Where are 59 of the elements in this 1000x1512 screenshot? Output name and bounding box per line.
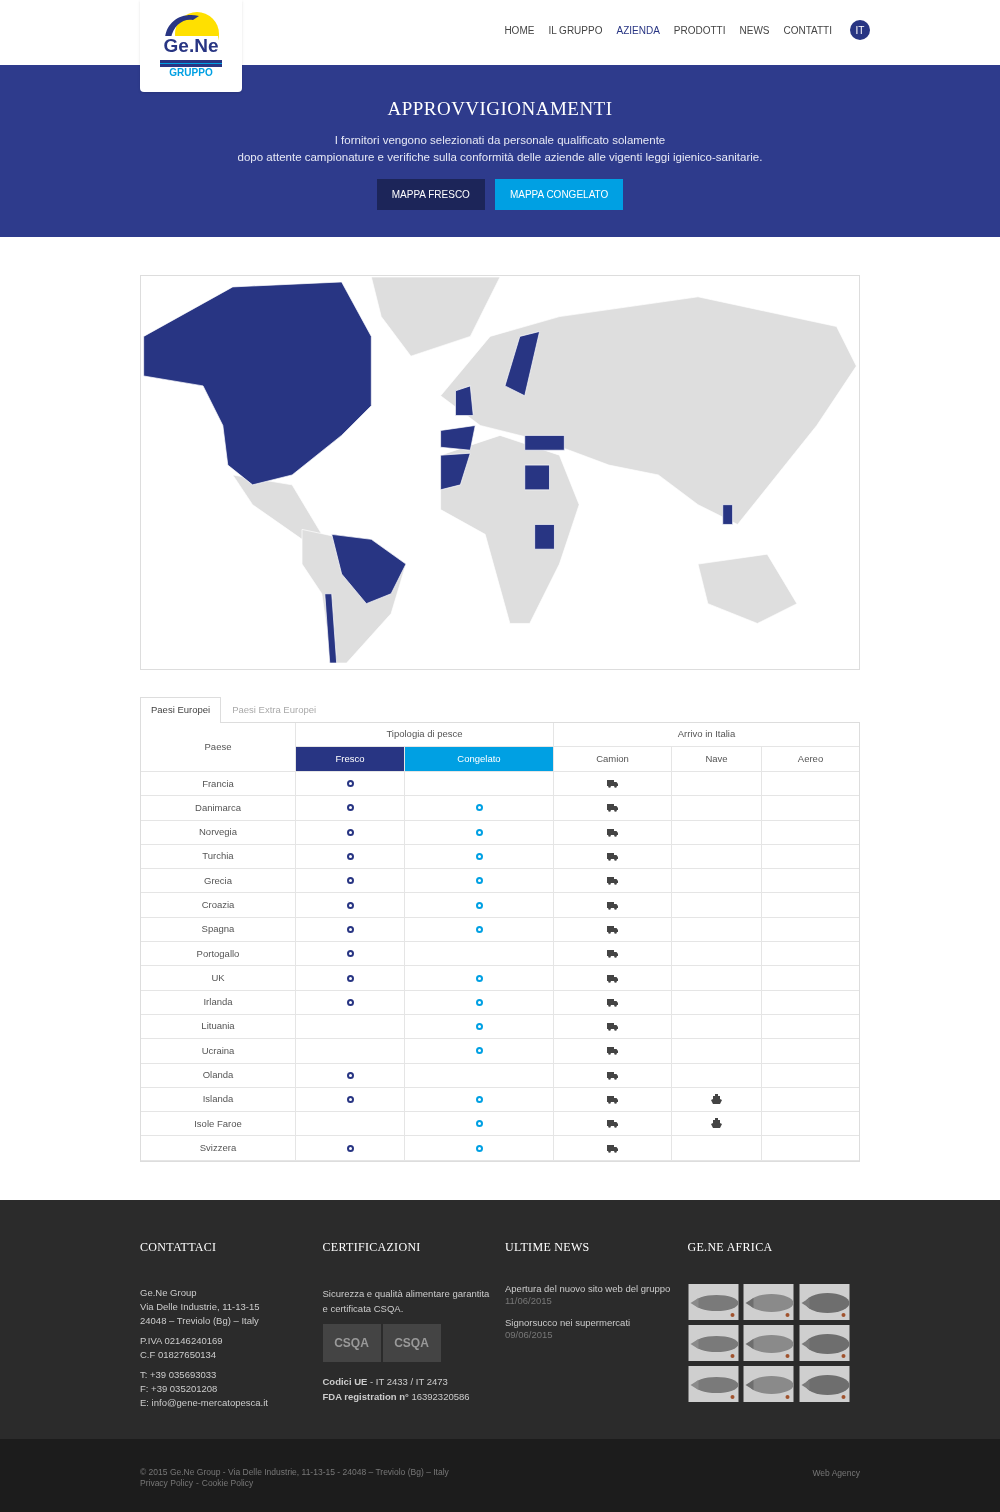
contact-text: P.IVA 02146240169 C.F 01827650134 [140,1333,224,1362]
separator-text: - [195,1477,199,1489]
table-cell: Grecia [141,869,296,893]
footer-link[interactable]: Cookie Policy [201,1477,254,1489]
nav-link[interactable]: AZIENDA [616,22,660,38]
table-cell: Norvegia [141,820,296,844]
table-group-header: Tipologia di pesce [296,723,554,746]
footer-heading: CERTIFICAZIONI [322,1238,422,1256]
map-button[interactable]: MAPPA FRESCO [376,178,485,210]
table-cell: Lituania [141,1014,296,1039]
table-cell: Croazia [141,893,296,917]
logo-name: Ge.Ne [163,36,219,55]
table-cell: Isole Faroe [141,1112,296,1136]
hero-title: APPROVVIGIONAMENTI [387,97,613,121]
news-headline[interactable]: Signorsucco nei supermercati [505,1316,678,1329]
table-cell: Danimarca [141,796,296,820]
footer-heading: GE.NE AFRICA [687,1238,774,1256]
certification-logo: CSQA [322,1323,381,1362]
copyright-text: © 2015 Ge.Ne Group - Via Delle Industrie, 11-13-15 - 24048 – Treviolo (Bg) – Italy [140,1466,449,1478]
nav-link[interactable]: HOME [504,22,535,38]
logo-subtitle: GRUPPO [169,67,213,80]
certification-code: FDA registration n° 16392320586 [322,1389,471,1404]
agency-link[interactable]: Web Agency [812,1466,860,1489]
certification-logo: CSQA [382,1323,441,1362]
news-headline[interactable]: Apertura del nuovo sito web del gruppo [505,1282,678,1295]
news-date: 09/06/2015 [505,1328,553,1340]
table-header-cell: Nave [672,747,762,771]
table-group-header: Arrivo in Italia [676,727,737,742]
table-cell: UK [141,966,296,990]
table-cell: Irlanda [141,990,296,1014]
logo[interactable]: Ge.Ne GRUPPO [140,0,242,92]
news-date: 11/06/2015 [505,1294,552,1306]
table-header-cell-text: Aereo [796,751,825,766]
nav-link[interactable]: PRODOTTI [673,22,726,38]
table-header-cell: Fresco [296,747,405,771]
nav-link[interactable]: CONTATTI [783,22,832,38]
table-cell: Ucraina [141,1039,296,1063]
table-cell: Spagna [141,917,296,942]
footer-heading: CONTATTACI [140,1238,218,1256]
certification-text: Sicurezza e qualità alimentare garantita e certificata CSQA. [322,1286,491,1316]
table-header-cell: Camion [554,747,672,771]
language-button[interactable]: IT [850,20,870,40]
nav-link[interactable]: NEWS [739,22,770,38]
footer-heading: ULTIME NEWS [505,1238,591,1256]
contact-text: T: +39 035693033 F: +39 035201208 E: info@gene-mercatopesca.it [140,1367,269,1410]
hero-text: I fornitori vengono selezionati da personale qualificato solamente dopo attente campionature e verifiche sulla conformità delle aziende alle vigenti leggi igienico-sanitarie. [237,132,763,165]
table-cell: Portogallo [141,942,296,966]
certification-code: Codici UE - IT 2433 / IT 2473 [322,1374,449,1389]
table-cell: Svizzera [141,1136,296,1160]
table-header-cell: Congelato [405,747,554,771]
table-cell: Islanda [141,1087,296,1112]
logo-stripes-icon [160,60,222,67]
tab[interactable]: Paesi Europei [140,697,222,723]
footer-link[interactable]: Privacy Policy [140,1477,193,1489]
table-cell: Turchia [141,844,296,869]
contact-text: Ge.Ne Group Via Delle Industrie, 11-13-15 24048 – Treviolo (Bg) – Italy [140,1285,261,1328]
table-cell: Francia [141,772,296,796]
table-cell: Olanda [141,1063,296,1087]
nav-link[interactable]: IL GRUPPO [548,22,603,38]
